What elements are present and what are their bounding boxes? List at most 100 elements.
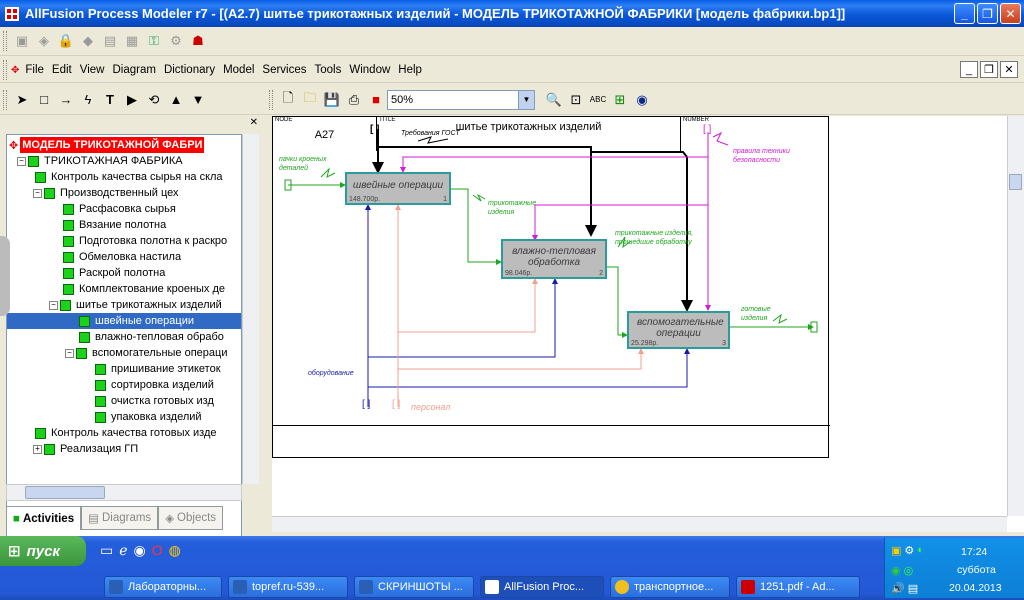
tray-update-icon[interactable]: ◐	[917, 544, 924, 557]
scroll-thumb[interactable]	[25, 486, 105, 499]
chevron-down-icon[interactable]: ▼	[518, 90, 534, 109]
refresh-icon[interactable]: ⟲	[143, 89, 165, 111]
mdi-restore-button[interactable]: ❐	[980, 61, 998, 78]
down-arrow-icon[interactable]: ▼	[187, 89, 209, 111]
tree-item[interactable]: Раскрой полотна	[63, 265, 165, 281]
zoom-select[interactable]: 50% ▼	[387, 89, 535, 110]
menu-services[interactable]: Services	[258, 64, 310, 76]
new-file-icon[interactable]: 🗋	[277, 89, 299, 111]
tree-item[interactable]: сортировка изделий	[95, 377, 214, 393]
tray-network-icon[interactable]: ⚙	[904, 544, 914, 557]
tray-antivirus-icon[interactable]: ◎	[904, 564, 914, 577]
toolbar-grip[interactable]	[3, 31, 7, 51]
task-button-4[interactable]: AllFusion Proc...	[480, 576, 604, 598]
volume-icon[interactable]: 🔊	[891, 582, 905, 595]
collapse-icon[interactable]: −	[17, 156, 26, 166]
chrome-icon[interactable]: ◍	[169, 542, 181, 559]
zoom-in-icon[interactable]: 🔍	[543, 89, 565, 111]
tree-item[interactable]: Контроль качества готовых изде	[35, 425, 217, 441]
grid-icon[interactable]: ▦	[121, 30, 143, 52]
model-mart-icon[interactable]: ⚿	[143, 30, 165, 52]
squiggle-tool-icon[interactable]: ϟ	[77, 89, 99, 111]
mdi-minimize-button[interactable]: _	[960, 61, 978, 78]
zoom-fit-icon[interactable]: ⊡	[565, 89, 587, 111]
save-icon[interactable]: 💾	[321, 89, 343, 111]
menu-view[interactable]: View	[76, 64, 109, 76]
tree-item[interactable]: Вязание полотна	[63, 217, 166, 233]
tree-item[interactable]: Подготовка полотна к раскро	[63, 233, 227, 249]
close-button[interactable]: ✕	[1000, 3, 1021, 24]
spellcheck-icon[interactable]: ABC	[587, 89, 609, 111]
tree-item[interactable]: − шитье трикотажных изделий	[49, 297, 222, 313]
tree-item[interactable]: Контроль качества сырья на скла	[35, 169, 223, 185]
link-icon[interactable]: ⚙	[165, 30, 187, 52]
tree-item[interactable]: пришивание этикеток	[95, 361, 221, 377]
tree-item[interactable]: Обмеловка настила	[63, 249, 181, 265]
report-icon[interactable]: ▤	[99, 30, 121, 52]
color-icon[interactable]: ■	[365, 89, 387, 111]
menu-window[interactable]: Window	[345, 64, 394, 76]
tree-item[interactable]: влажно-тепловая обрабо	[79, 329, 224, 345]
start-button[interactable]: ⊞ пуск	[0, 536, 86, 566]
users-icon[interactable]: ☗	[187, 30, 209, 52]
tree-item[interactable]: + Реализация ГП	[33, 441, 138, 457]
toolbar-grip[interactable]	[3, 89, 7, 110]
pointer-tool-icon[interactable]: ➤	[11, 89, 33, 111]
text-tool-icon[interactable]: T	[99, 89, 121, 111]
open-folder-icon[interactable]: 🗀	[299, 89, 321, 111]
menu-tools[interactable]: Tools	[311, 64, 346, 76]
tray-misc-icon[interactable]: ▤	[908, 582, 918, 595]
tab-activities[interactable]: ■ Activities	[6, 506, 82, 530]
play-icon[interactable]: ▶	[121, 89, 143, 111]
collapse-icon[interactable]: −	[49, 300, 58, 310]
window-titlebar[interactable]: AllFusion Process Modeler r7 - [(A2.7) ш…	[0, 0, 1024, 27]
canvas-vertical-scrollbar[interactable]	[1007, 116, 1024, 516]
tree-horizontal-scrollbar[interactable]	[6, 484, 242, 501]
tray-app-icon[interactable]: ▣	[891, 544, 901, 557]
media-icon[interactable]: ◉	[134, 542, 146, 559]
model-explorer-icon[interactable]: ▣	[11, 30, 33, 52]
tree-item[interactable]: упаковка изделий	[95, 409, 202, 425]
collapse-icon[interactable]: −	[65, 348, 74, 358]
tree-item[interactable]: очистка готовых изд	[95, 393, 214, 409]
minimize-button[interactable]: _	[954, 3, 975, 24]
menu-grip[interactable]	[3, 60, 7, 80]
tree-root[interactable]: ✥ МОДЕЛЬ ТРИКОТАЖНОЙ ФАБРИ	[9, 137, 205, 153]
tab-diagrams[interactable]: ▤ Diagrams	[81, 506, 159, 530]
restore-button[interactable]: ❐	[977, 3, 998, 24]
desktop-icon[interactable]: ▭	[100, 542, 113, 559]
opera-icon[interactable]: O	[152, 542, 163, 559]
task-button-3[interactable]: СКРИНШОТЫ ...	[354, 576, 474, 598]
diagram-canvas[interactable]: [ ] [ ] [ ] [ ] Требования ГОСТ правила …	[272, 116, 1024, 532]
tree-item[interactable]: − ТРИКОТАЖНАЯ ФАБРИКА	[17, 153, 183, 169]
task-button-5[interactable]: транспортное...	[610, 576, 730, 598]
arrow-staff-box3[interactable]	[398, 348, 644, 370]
box-tool-icon[interactable]: □	[33, 89, 55, 111]
arrow-equipment-box2[interactable]	[368, 278, 558, 358]
panel-close-icon[interactable]: ✕	[250, 117, 258, 128]
tree-vertical-scrollbar[interactable]	[242, 134, 259, 484]
activity-box-3[interactable]: вспомогательные операции 25.298р. 3	[627, 311, 730, 349]
mdi-close-button[interactable]: ✕	[1000, 61, 1018, 78]
activity-tree[interactable]: ✥ МОДЕЛЬ ТРИКОТАЖНОЙ ФАБРИ − ТРИКОТАЖНАЯ …	[6, 134, 242, 600]
task-button-6[interactable]: 1251.pdf - Ad...	[736, 576, 860, 598]
lock-icon[interactable]: 🔒	[55, 30, 77, 52]
expand-icon[interactable]: +	[33, 444, 42, 454]
side-handle[interactable]	[0, 236, 10, 316]
arrow-staff-box2[interactable]	[398, 278, 538, 333]
ie-icon[interactable]: ℯ	[119, 542, 127, 559]
arrow-equipment-box3[interactable]	[367, 348, 690, 407]
tree-item[interactable]: Комплектование кроеных де	[63, 281, 225, 297]
print-icon[interactable]: ⎙	[343, 89, 365, 111]
activity-box-1[interactable]: швейные операции 148.700р. 1	[345, 172, 451, 205]
arrow-processed-items[interactable]	[607, 266, 628, 338]
tree-item[interactable]: − вспомогательные операци	[65, 345, 227, 361]
navigator-icon[interactable]: ◉	[631, 89, 653, 111]
splitter[interactable]	[262, 116, 272, 532]
menu-dictionary[interactable]: Dictionary	[160, 64, 219, 76]
arrow-tool-icon[interactable]: →	[55, 89, 77, 111]
tab-objects[interactable]: ◈ Objects	[158, 506, 224, 530]
menu-help[interactable]: Help	[394, 64, 426, 76]
tree-item[interactable]: Расфасовка сырья	[63, 201, 176, 217]
scroll-thumb[interactable]	[1009, 174, 1022, 190]
